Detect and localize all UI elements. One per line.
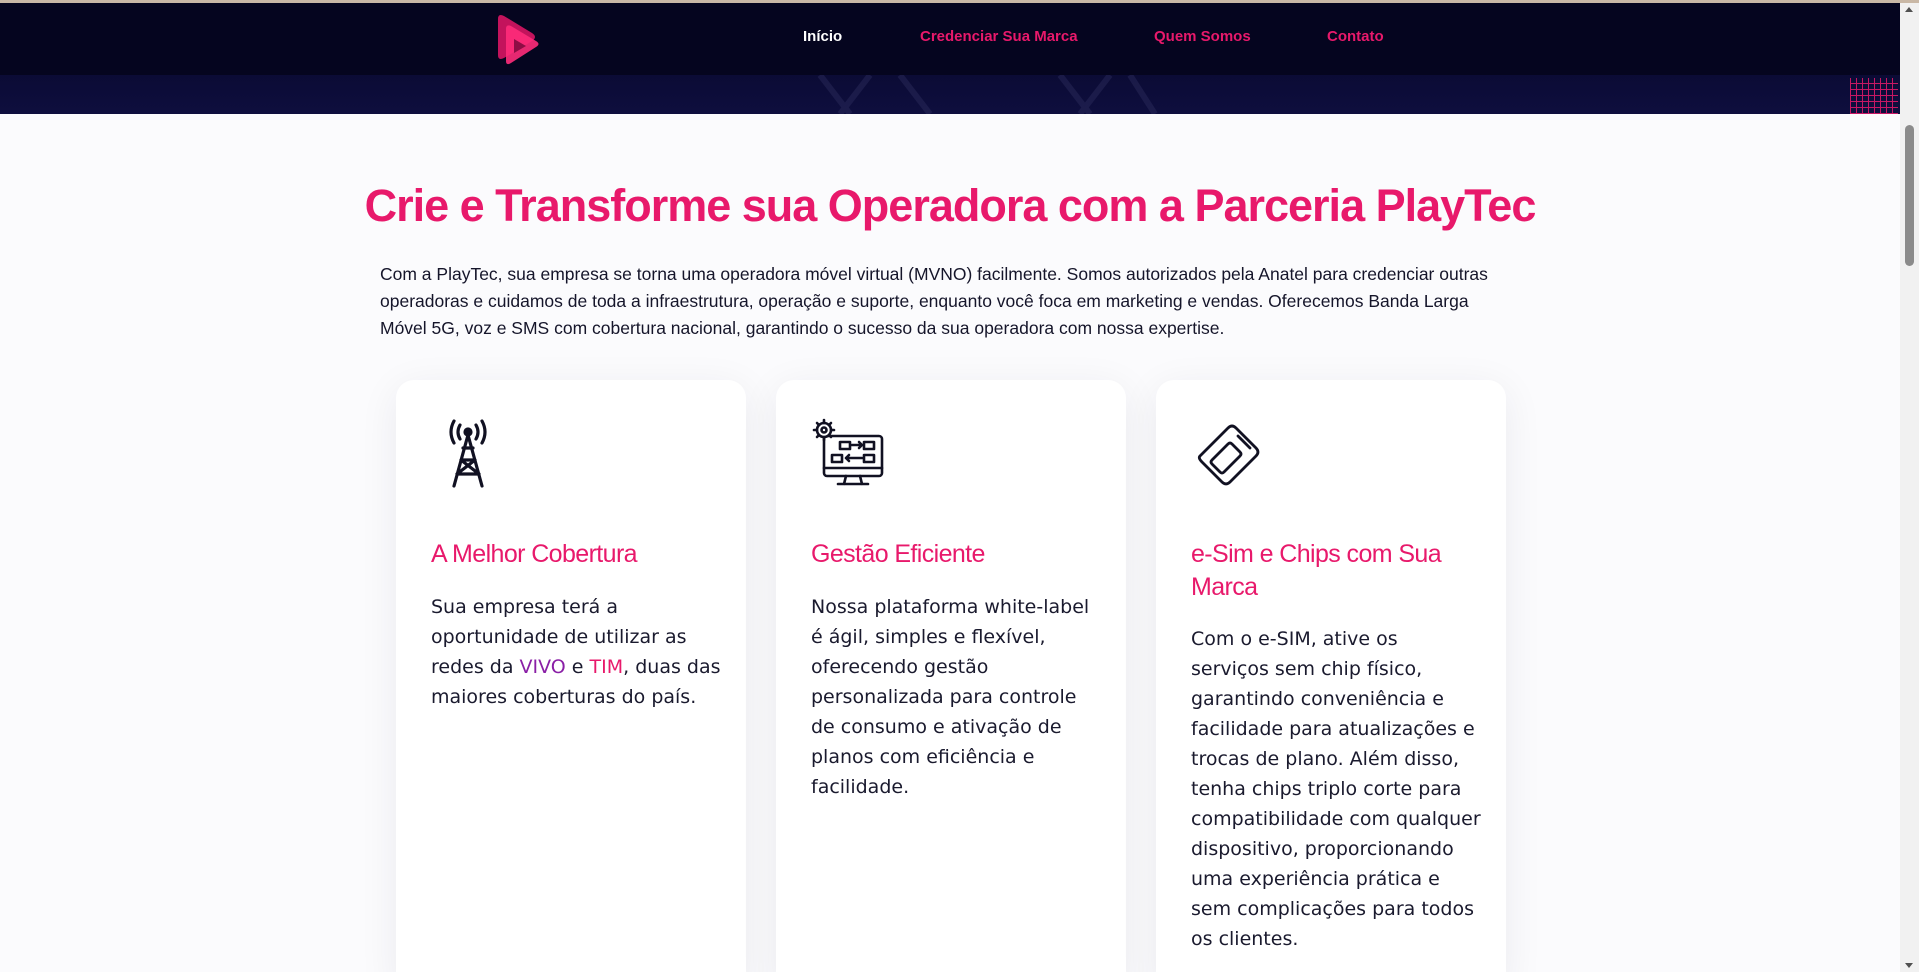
intro-paragraph: Com a PlayTec, sua empresa se torna uma …	[380, 264, 1488, 338]
page-scrollbar[interactable]	[1900, 3, 1919, 972]
nav-inicio[interactable]: Início	[803, 28, 842, 45]
nav-quem-somos[interactable]: Quem Somos	[1154, 28, 1251, 45]
site-header: Início Credenciar Sua Marca Quem Somos C…	[0, 3, 1900, 114]
monitor-gear-icon	[812, 418, 884, 486]
card-text: Com o e-SIM, ative os serviços sem chip …	[1191, 628, 1481, 950]
main-nav: Início Credenciar Sua Marca Quem Somos C…	[0, 28, 1900, 52]
feature-card-cobertura: A Melhor Cobertura Sua empresa terá a op…	[396, 380, 746, 972]
card-text: Nossa plataforma white-label é ágil, sim…	[811, 596, 1090, 798]
card-title: A Melhor Cobertura	[431, 540, 638, 568]
decorative-lines	[817, 75, 1158, 114]
card-title: e-Sim e Chips com Sua Marca	[1191, 540, 1442, 601]
feature-card-gestao: Gestão Eficiente Nossa plataforma white-…	[776, 380, 1126, 972]
tim-brand: TIM	[589, 656, 624, 678]
scroll-up-arrow-icon[interactable]	[1905, 7, 1913, 12]
cell-tower-icon	[449, 419, 487, 488]
sim-card-icon	[1197, 424, 1260, 486]
nav-contato[interactable]: Contato	[1327, 28, 1384, 45]
nav-credenciar-sua-marca[interactable]: Credenciar Sua Marca	[920, 28, 1078, 45]
card-title: Gestão Eficiente	[811, 540, 985, 568]
page-title: Crie e Transforme sua Operadora com a Pa…	[364, 180, 1537, 231]
card-text: Sua empresa terá a oportunidade de utili…	[431, 596, 721, 708]
pink-grid-decoration	[1850, 78, 1898, 114]
scroll-thumb[interactable]	[1905, 125, 1914, 266]
vivo-brand: VIVO	[519, 656, 566, 678]
scroll-down-arrow-icon[interactable]	[1905, 963, 1913, 968]
feature-card-esim: e-Sim e Chips com Sua Marca Com o e-SIM,…	[1156, 380, 1506, 972]
